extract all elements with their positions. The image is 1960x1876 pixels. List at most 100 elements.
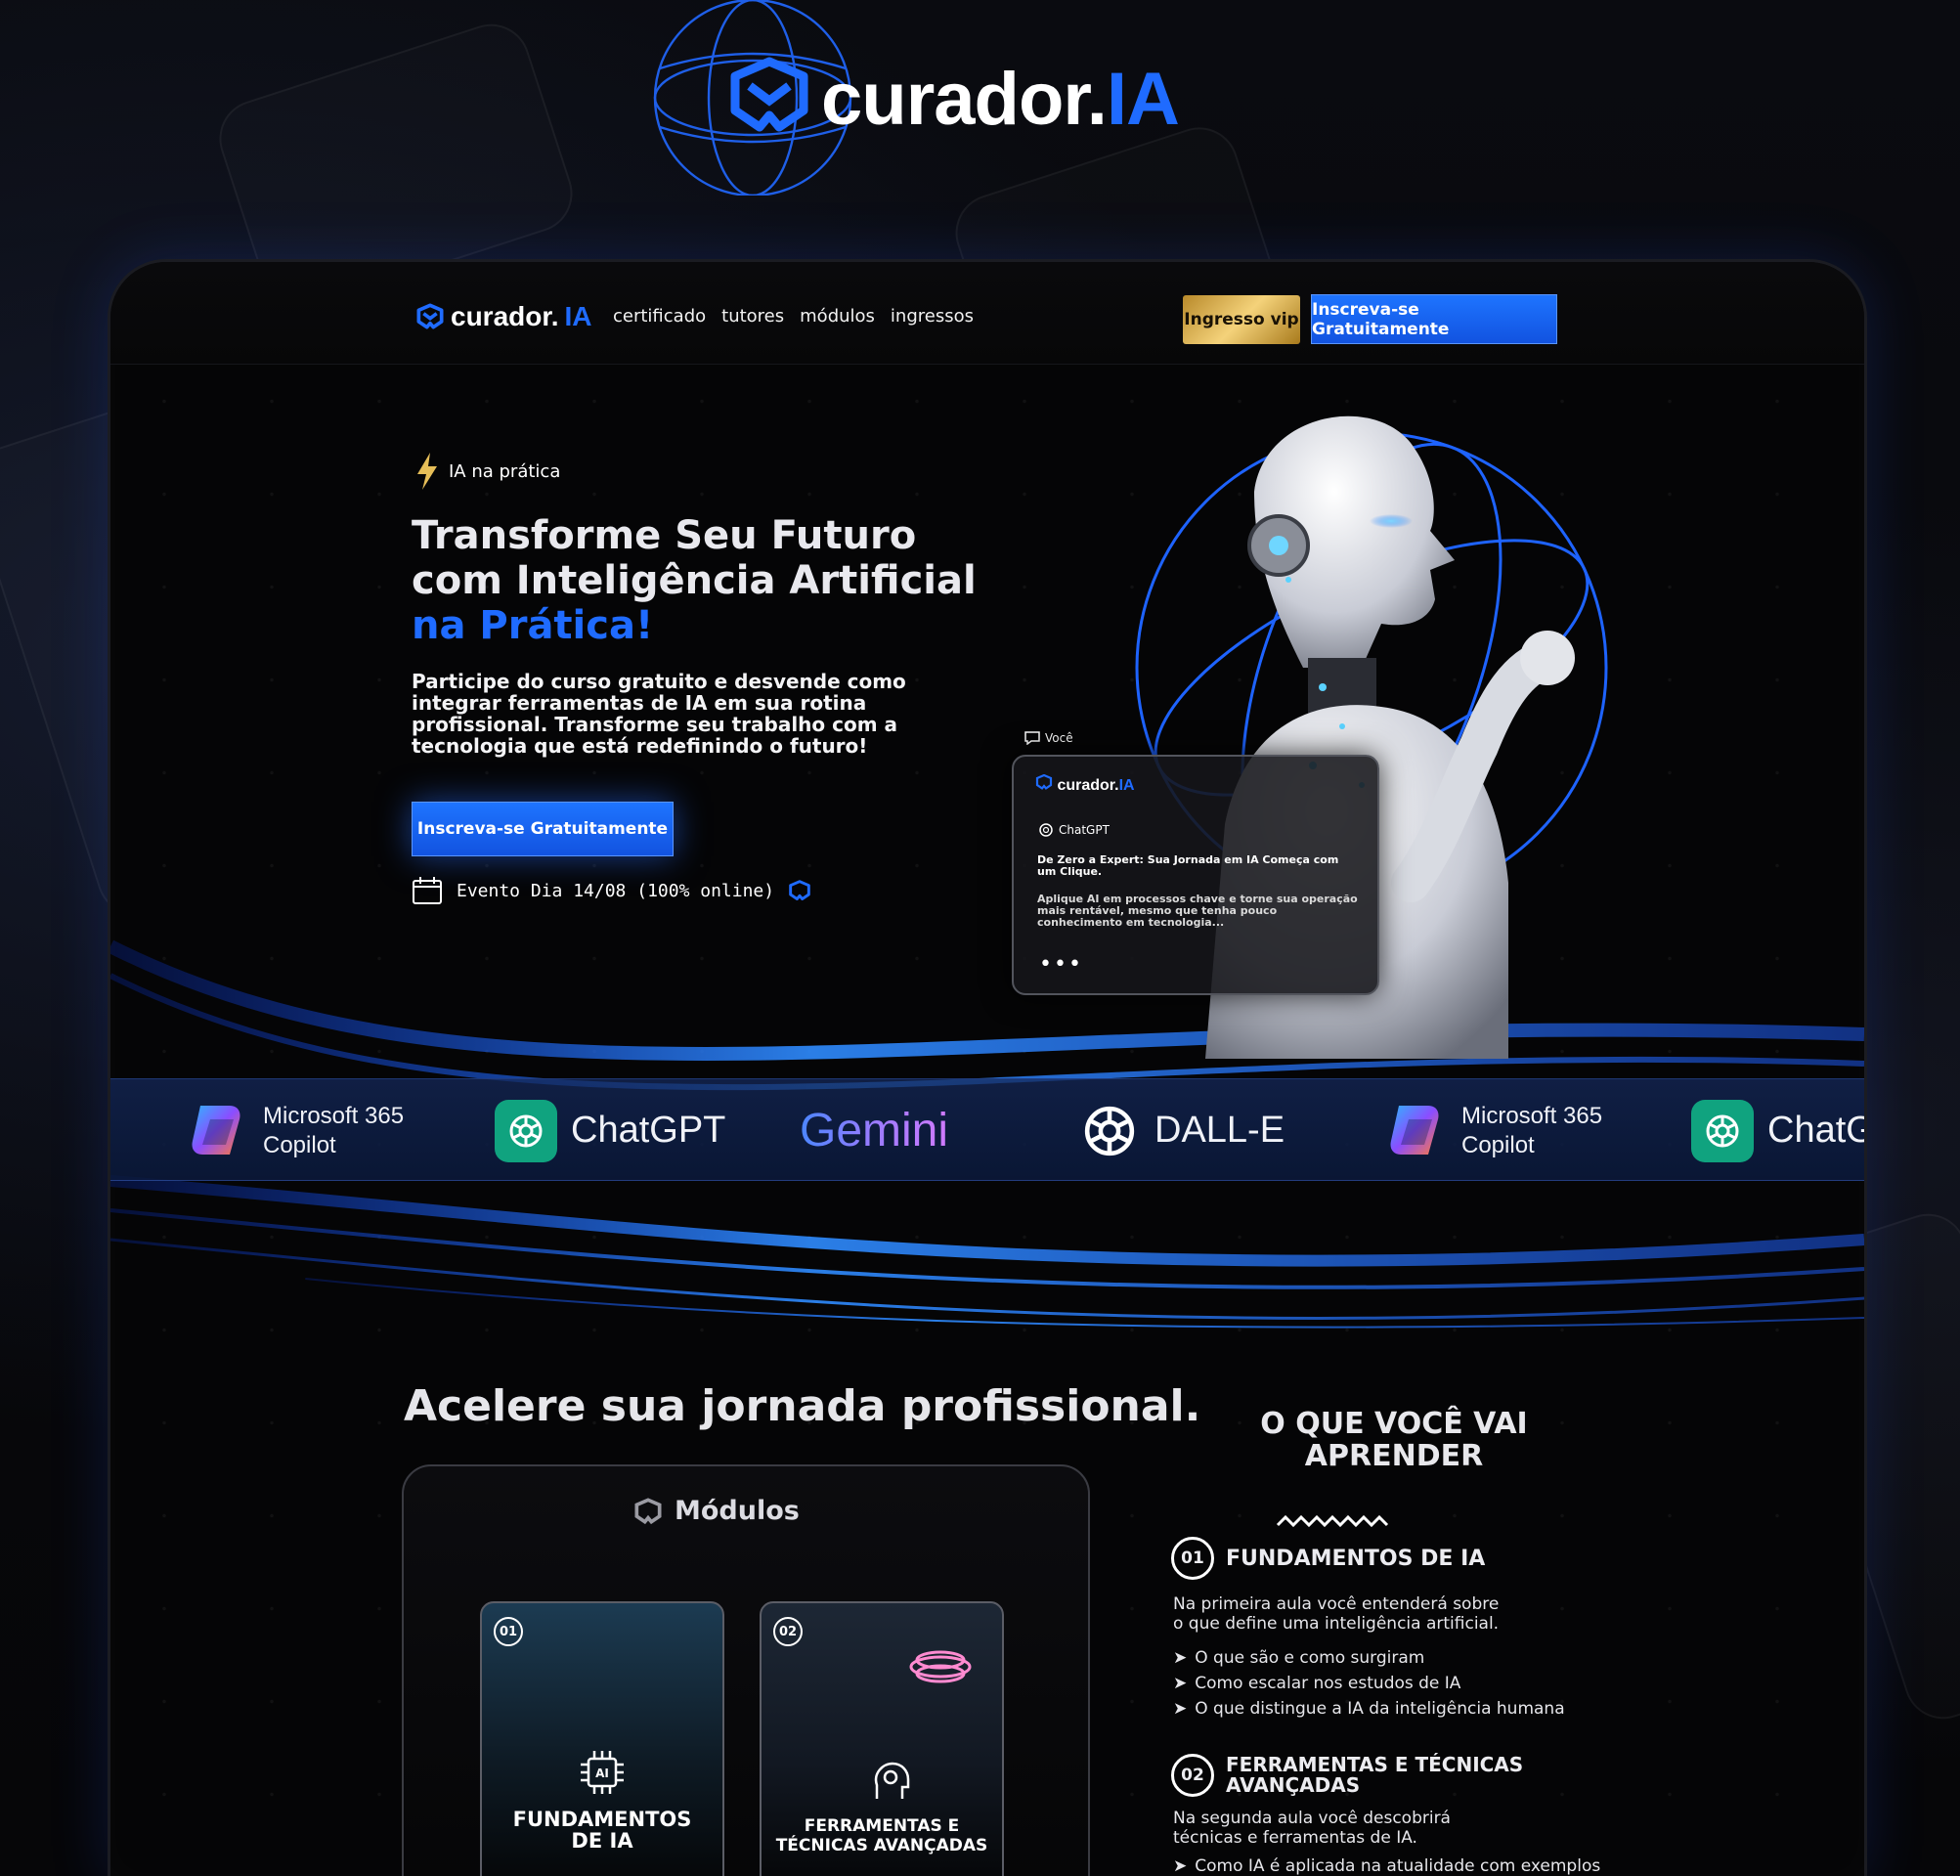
copilot-icon: [1390, 1105, 1439, 1155]
section-title: Acelere sua jornada profissional.: [404, 1381, 1201, 1431]
hero-description: Participe do curso gratuito e desvende c…: [412, 670, 906, 758]
openai-icon: [1084, 1106, 1135, 1156]
modules-header: Módulos: [633, 1496, 800, 1526]
ai-chip-icon: AI: [581, 1751, 624, 1794]
chat-card-logo: curador.IA: [1035, 773, 1135, 795]
learn-title: O QUE VOCÊ VAI APRENDER: [1203, 1408, 1585, 1472]
module-number: 02: [773, 1617, 803, 1646]
chat-question: De Zero a Expert: Sua Jornada em IA Come…: [1037, 853, 1339, 878]
learn-bullet: ➤ O que distingue a IA da inteligência hu…: [1173, 1699, 1565, 1719]
curador-mark-icon: [730, 57, 808, 132]
zigzag-divider: [1276, 1514, 1389, 1528]
hero-title-line: com Inteligência Artificial: [412, 558, 977, 603]
nav-logo[interactable]: curador. IA: [415, 301, 591, 332]
curador-mark-icon: [1035, 773, 1053, 790]
learn-item-title: FUNDAMENTOS DE IA: [1226, 1546, 1486, 1571]
brand-name: DALL-E: [1154, 1110, 1285, 1151]
learn-item-text-line: o que define uma inteligência artificial…: [1173, 1614, 1500, 1634]
learn-title-line: O QUE VOCÊ VAI: [1260, 1407, 1528, 1441]
nav-link-certificado[interactable]: certificado: [613, 306, 706, 327]
brand-name: Copilot: [263, 1131, 336, 1158]
hero-signup-button[interactable]: Inscreva-se Gratuitamente: [412, 802, 674, 856]
vip-ticket-button[interactable]: Ingresso vip: [1183, 295, 1300, 344]
arrow-bullet-icon: ➤: [1173, 1674, 1188, 1693]
calendar-icon: [413, 877, 442, 904]
learn-item-text-line: técnicas e ferramentas de IA.: [1173, 1828, 1417, 1848]
module-number: 01: [494, 1617, 523, 1646]
svg-text:AI: AI: [595, 1767, 609, 1780]
brand-gemini: Gemini: [800, 1079, 948, 1182]
module-card-02[interactable]: 02 FERRAMENTAS E TÉCNICAS AVANÇADAS: [760, 1601, 1004, 1876]
brand-dalle: DALL-E: [1078, 1079, 1285, 1182]
head-gear-icon: [874, 1762, 910, 1799]
hero-title-line: Transforme Seu Futuro: [412, 513, 917, 558]
curador-mark-icon: [789, 880, 810, 901]
brand-copilot: Microsoft 365 Copilot: [1385, 1079, 1602, 1182]
learn-item-02-text: Na segunda aula você descobrirá técnicas…: [1173, 1809, 1545, 1848]
learn-bullet-text: O que são e como surgiram: [1195, 1648, 1425, 1668]
nav-link-tutores[interactable]: tutores: [721, 306, 784, 327]
brand-name: Copilot: [1461, 1131, 1535, 1158]
learn-item-01-text: Na primeira aula você entenderá sobre o …: [1173, 1594, 1545, 1634]
chatgpt-icon: [1691, 1099, 1754, 1162]
curador-mark-icon: [634, 1497, 662, 1524]
learn-bullet-text: Como escalar nos estudos de IA: [1195, 1674, 1461, 1693]
brand-chatgpt: ChatG: [1691, 1079, 1867, 1182]
module-label: FUNDAMENTOS: [512, 1808, 692, 1831]
learn-bullet-text: O que distingue a IA da inteligência hum…: [1195, 1699, 1565, 1719]
chat-source: ChatGPT: [1039, 823, 1110, 837]
tools-carousel: Microsoft 365 Copilot ChatGPT Gemini DALL…: [110, 1078, 1864, 1181]
brand-name: Microsoft 365: [263, 1102, 405, 1129]
learn-item-text-line: Na primeira aula você entenderá sobre: [1173, 1594, 1500, 1614]
openai-icon: [1039, 823, 1053, 837]
learn-bullet: ➤ Como escalar nos estudos de IA: [1173, 1674, 1460, 1693]
chat-preview-card: curador.IA ChatGPT De Zero a Expert: Sua…: [1012, 755, 1379, 995]
nav-logo-text: curador.: [451, 301, 559, 331]
learn-title-line: APRENDER: [1304, 1439, 1484, 1473]
brand-name: Microsoft 365: [1461, 1102, 1603, 1129]
brand-name: Gemini: [800, 1105, 949, 1156]
arrow-bullet-icon: ➤: [1173, 1648, 1188, 1668]
hero-tag-label: IA na prática: [449, 460, 561, 482]
chat-user-text: Você: [1045, 731, 1073, 745]
learn-bullet: ➤ Como IA é aplicada na atualidade com ex…: [1173, 1856, 1600, 1876]
nav-links: certificado tutores módulos ingressos: [613, 306, 974, 327]
learn-item-02-header: 02 FERRAMENTAS E TÉCNICAS AVANÇADAS: [1171, 1754, 1523, 1797]
nav-link-ingressos[interactable]: ingressos: [891, 306, 974, 327]
chat-user-label: Você: [1024, 731, 1073, 745]
module-card-01[interactable]: 01 AI FUNDAMENTOS DE IA: [480, 1601, 724, 1876]
chat-bubble-icon: [1024, 731, 1040, 745]
modules-title: Módulos: [675, 1496, 800, 1526]
arrow-bullet-icon: ➤: [1173, 1856, 1188, 1876]
chat-answer: Aplique AI em processos chave e torne su…: [1037, 893, 1358, 929]
module-label: DE IA: [571, 1829, 633, 1853]
brand-name: ChatG: [1767, 1110, 1867, 1151]
copilot-icon: [192, 1105, 240, 1155]
event-info: Evento Dia 14/08 (100% online): [412, 876, 811, 905]
lightning-icon: [417, 453, 437, 490]
learn-item-number: 01: [1171, 1537, 1214, 1580]
learn-item-text-line: Na segunda aula você descobrirá: [1173, 1809, 1451, 1828]
top-nav: curador. IA certificado tutores módulos i…: [110, 262, 1864, 365]
brand-copilot: Microsoft 365 Copilot: [187, 1079, 404, 1182]
learn-item-title: AVANÇADAS: [1226, 1773, 1361, 1797]
typing-dots: •••: [1039, 952, 1083, 977]
nav-signup-button[interactable]: Inscreva-se Gratuitamente: [1311, 294, 1557, 344]
hero-title: Transforme Seu Futuro com Inteligência A…: [412, 513, 998, 648]
chatgpt-icon: [495, 1099, 557, 1162]
chat-card-logo-suffix: IA: [1118, 777, 1135, 794]
learn-item-01-header: 01 FUNDAMENTOS DE IA: [1171, 1537, 1485, 1580]
arrow-bullet-icon: ➤: [1173, 1699, 1188, 1719]
event-date: Evento Dia 14/08 (100% online): [457, 880, 775, 901]
curador-mark-icon: [416, 303, 444, 329]
learn-bullet: ➤ O que são e como surgiram: [1173, 1648, 1424, 1668]
hero-logo: curador.IA: [635, 0, 1202, 196]
chat-source-label: ChatGPT: [1059, 823, 1110, 837]
glowing-brain-icon: [909, 1650, 972, 1683]
chat-card-logo-text: curador.: [1057, 777, 1119, 794]
module-label: TÉCNICAS AVANÇADAS: [775, 1836, 988, 1855]
nav-link-modulos[interactable]: módulos: [800, 306, 875, 327]
nav-logo-suffix: IA: [564, 301, 592, 331]
device-frame: curador. IA certificado tutores módulos i…: [108, 259, 1867, 1876]
hero-logo-wordmark: curador.IA: [821, 58, 1180, 141]
